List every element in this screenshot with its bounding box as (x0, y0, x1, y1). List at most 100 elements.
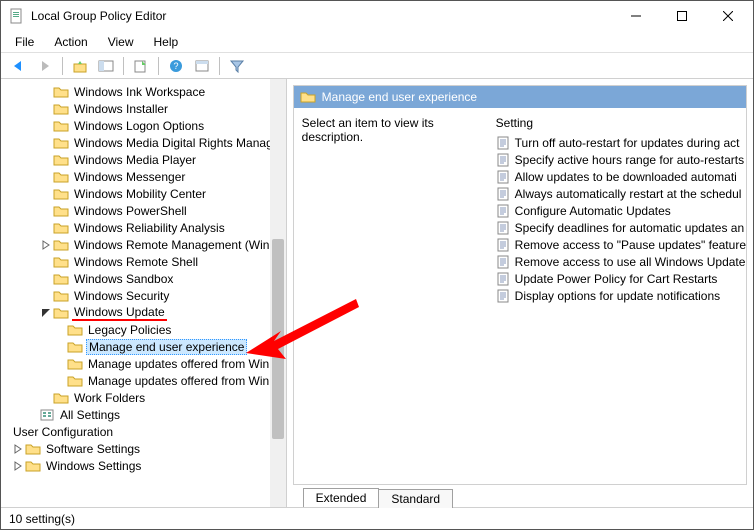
export-button[interactable] (129, 55, 153, 77)
tree-item-label: Windows Security (72, 289, 171, 303)
tree-item[interactable]: Legacy Policies (11, 321, 286, 338)
setting-item[interactable]: Remove access to use all Windows Update (490, 253, 746, 270)
tree-item[interactable]: Windows Remote Management (WinR (11, 236, 286, 253)
tree-item-label: Windows Remote Management (WinR (72, 238, 280, 252)
chevron-right-icon[interactable] (39, 240, 53, 250)
policy-icon (496, 170, 512, 184)
minimize-button[interactable] (613, 2, 659, 30)
settings-icon (39, 408, 55, 422)
menu-view[interactable]: View (100, 33, 142, 51)
menu-help[interactable]: Help (146, 33, 187, 51)
setting-item[interactable]: Configure Automatic Updates (490, 202, 746, 219)
chevron-right-icon[interactable] (11, 444, 25, 454)
folder-icon (25, 459, 41, 473)
filter-button[interactable] (225, 55, 249, 77)
tab-standard[interactable]: Standard (378, 489, 453, 508)
folder-icon (53, 289, 69, 303)
chevron-right-icon[interactable] (11, 461, 25, 471)
properties-button[interactable] (190, 55, 214, 77)
column-header-setting[interactable]: Setting (490, 116, 746, 134)
tree-item-label: Windows Mobility Center (72, 187, 208, 201)
policy-icon (496, 272, 512, 286)
setting-label: Always automatically restart at the sche… (515, 187, 742, 201)
tree-item[interactable]: Windows Ink Workspace (11, 83, 286, 100)
tree-item[interactable]: Windows PowerShell (11, 202, 286, 219)
tab-extended[interactable]: Extended (303, 488, 380, 507)
right-pane: Manage end user experience Select an ite… (287, 79, 753, 507)
tree-item-label: Windows Remote Shell (72, 255, 200, 269)
tree-item[interactable]: Windows Media Player (11, 151, 286, 168)
menu-file[interactable]: File (7, 33, 42, 51)
status-bar: 10 setting(s) (1, 507, 753, 529)
tree-item[interactable]: Windows Security (11, 287, 286, 304)
status-text: 10 setting(s) (9, 512, 75, 526)
tree-item-label: Windows Settings (44, 459, 143, 473)
folder-icon (53, 85, 69, 99)
tree-item[interactable]: Windows Media Digital Rights Manage (11, 134, 286, 151)
chevron-down-icon[interactable] (39, 308, 53, 318)
setting-item[interactable]: Allow updates to be downloaded automati (490, 168, 746, 185)
tree-item[interactable]: Windows Update (11, 304, 286, 321)
show-hide-tree-button[interactable] (94, 55, 118, 77)
tree-item[interactable]: User Configuration (11, 423, 286, 440)
up-button[interactable] (68, 55, 92, 77)
tree-item[interactable]: Software Settings (11, 440, 286, 457)
help-button[interactable]: ? (164, 55, 188, 77)
folder-icon (53, 136, 69, 150)
setting-item[interactable]: Remove access to "Pause updates" feature (490, 236, 746, 253)
tree-item[interactable]: Work Folders (11, 389, 286, 406)
close-button[interactable] (705, 2, 751, 30)
tree-item-label: Windows Media Digital Rights Manage (72, 136, 281, 150)
setting-item[interactable]: Specify active hours range for auto-rest… (490, 151, 746, 168)
folder-icon (53, 255, 69, 269)
forward-button[interactable] (33, 55, 57, 77)
tree-item-label: Manage end user experience (86, 339, 247, 355)
folder-icon (53, 391, 69, 405)
title-bar: Local Group Policy Editor (1, 1, 753, 31)
policy-icon (496, 204, 512, 218)
tree-item-label: Windows PowerShell (72, 204, 189, 218)
folder-icon (67, 323, 83, 337)
tab-strip: Extended Standard (293, 485, 747, 507)
tree-pane: Windows Ink WorkspaceWindows Installer Wi… (1, 79, 287, 507)
policy-icon (496, 187, 512, 201)
setting-item[interactable]: Update Power Policy for Cart Restarts (490, 270, 746, 287)
tree-item[interactable]: Windows Reliability Analysis (11, 219, 286, 236)
folder-icon (67, 357, 83, 371)
tree-item[interactable]: Windows Mobility Center (11, 185, 286, 202)
tree-item-label: Manage updates offered from Win (86, 357, 271, 371)
svg-text:?: ? (173, 61, 178, 71)
tree-item[interactable]: Windows Remote Shell (11, 253, 286, 270)
tree-item[interactable]: Windows Logon Options (11, 117, 286, 134)
folder-icon (53, 187, 69, 201)
tree-item[interactable]: Manage end user experience (11, 338, 286, 355)
tree-item[interactable]: All Settings (11, 406, 286, 423)
maximize-button[interactable] (659, 2, 705, 30)
tree-item[interactable]: Windows Settings (11, 457, 286, 474)
tree-item[interactable]: Windows Messenger (11, 168, 286, 185)
folder-icon (25, 442, 41, 456)
app-icon (9, 8, 25, 24)
toolbar-separator (158, 57, 159, 75)
setting-item[interactable]: Turn off auto-restart for updates during… (490, 134, 746, 151)
menu-action[interactable]: Action (46, 33, 95, 51)
back-button[interactable] (7, 55, 31, 77)
policy-icon (496, 289, 512, 303)
setting-label: Remove access to "Pause updates" feature (515, 238, 746, 252)
tree-scrollbar[interactable] (270, 79, 286, 507)
tree-item[interactable]: Windows Installer (11, 100, 286, 117)
tree-item-label: Windows Messenger (72, 170, 187, 184)
tree-item[interactable]: Manage updates offered from Win (11, 372, 286, 389)
menu-bar: File Action View Help (1, 31, 753, 53)
tree-item[interactable]: Manage updates offered from Win (11, 355, 286, 372)
setting-item[interactable]: Display options for update notifications (490, 287, 746, 304)
setting-label: Update Power Policy for Cart Restarts (515, 272, 718, 286)
path-bar: Manage end user experience (294, 86, 746, 108)
tree-item-label: Windows Logon Options (72, 119, 206, 133)
tree-item[interactable]: Windows Sandbox (11, 270, 286, 287)
folder-icon (53, 306, 69, 320)
setting-item[interactable]: Specify deadlines for automatic updates … (490, 219, 746, 236)
setting-item[interactable]: Always automatically restart at the sche… (490, 185, 746, 202)
scrollbar-thumb[interactable] (272, 239, 284, 439)
description-text: Select an item to view its description. (302, 116, 490, 304)
